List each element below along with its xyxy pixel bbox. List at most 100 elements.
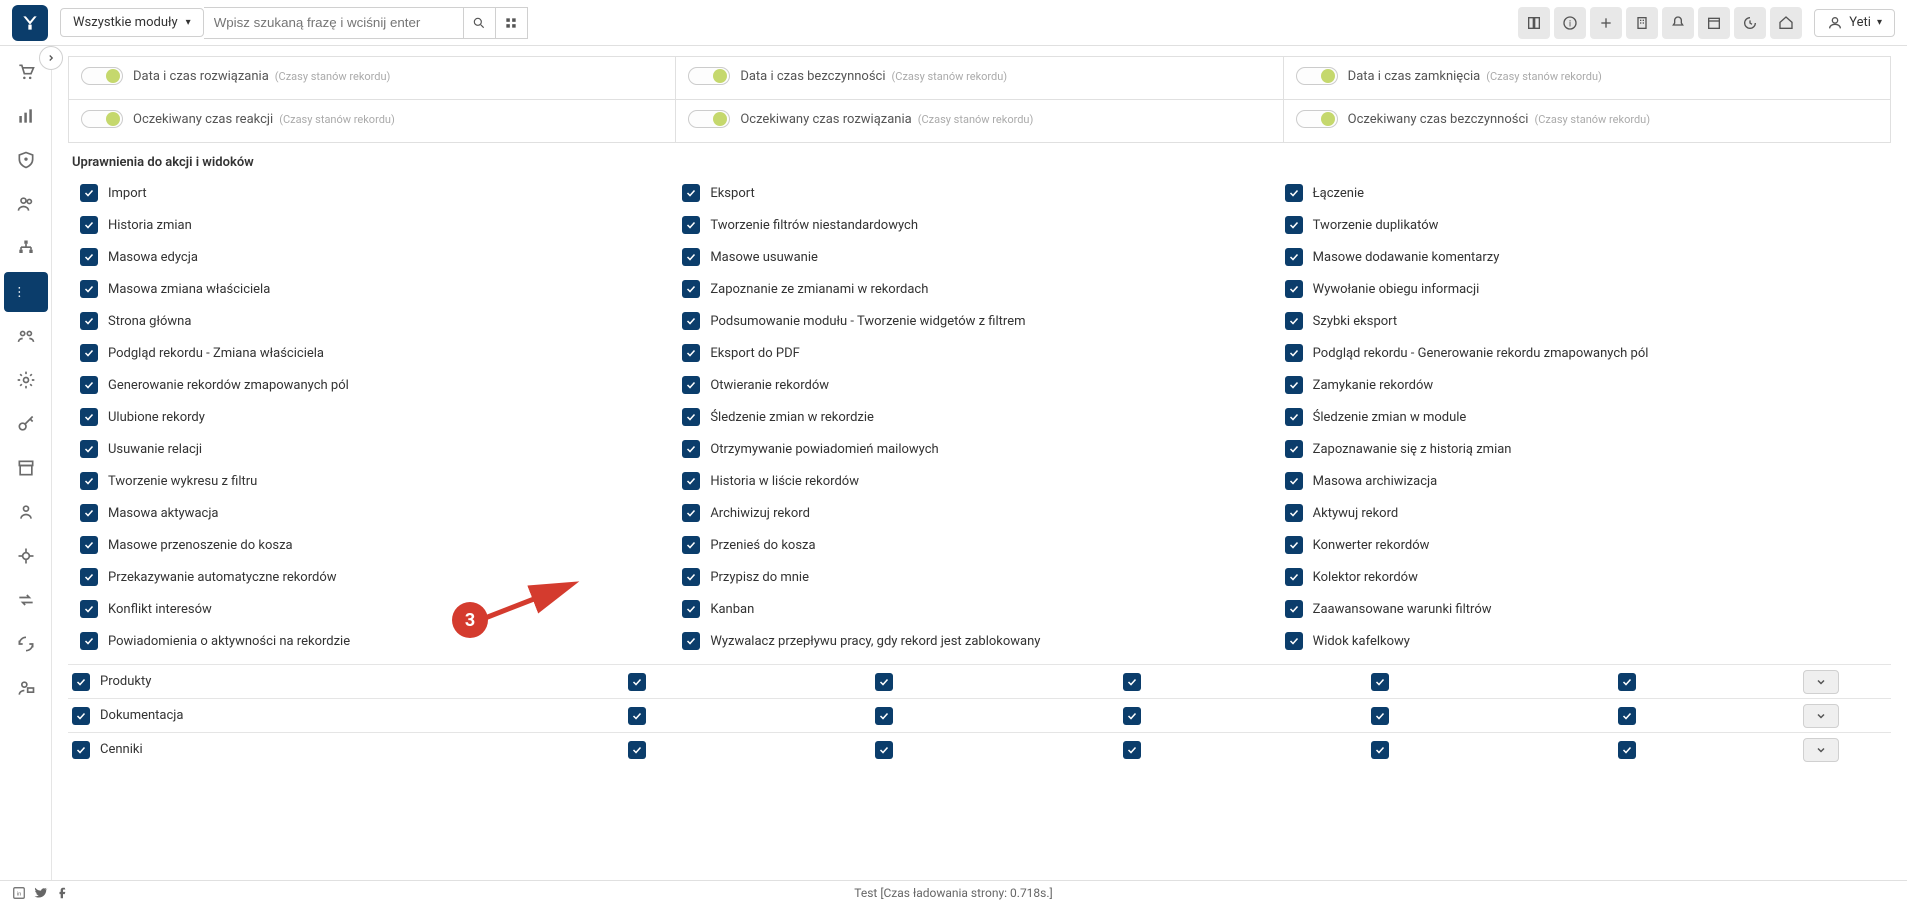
linkedin-icon[interactable]: in	[12, 886, 26, 900]
checkbox[interactable]	[80, 184, 98, 202]
toggle-switch[interactable]: Oczekiwany czas bezczynności(Czasy stanó…	[1296, 110, 1650, 128]
checkbox[interactable]	[80, 632, 98, 650]
checkbox[interactable]	[1123, 673, 1141, 691]
checkbox[interactable]	[72, 673, 90, 691]
checkbox[interactable]	[80, 472, 98, 490]
checkbox[interactable]	[1285, 216, 1303, 234]
sidebar-item-sync[interactable]	[4, 624, 48, 664]
expand-button[interactable]	[1803, 704, 1839, 728]
checkbox[interactable]	[80, 504, 98, 522]
checkbox[interactable]	[875, 741, 893, 759]
checkbox[interactable]	[682, 568, 700, 586]
app-logo[interactable]	[12, 5, 48, 41]
expand-button[interactable]	[1803, 670, 1839, 694]
checkbox[interactable]	[682, 600, 700, 618]
sidebar-item-users[interactable]	[4, 184, 48, 224]
book-icon[interactable]	[1518, 7, 1550, 39]
checkbox[interactable]	[682, 216, 700, 234]
toggle-switch[interactable]: Oczekiwany czas rozwiązania(Czasy stanów…	[688, 110, 1033, 128]
toggle-switch[interactable]: Data i czas rozwiązania(Czasy stanów rek…	[81, 67, 390, 85]
toggle-switch[interactable]: Oczekiwany czas reakcji(Czasy stanów rek…	[81, 110, 395, 128]
apps-button[interactable]	[496, 7, 528, 39]
checkbox[interactable]	[1285, 632, 1303, 650]
checkbox[interactable]	[1618, 741, 1636, 759]
plus-icon[interactable]	[1590, 7, 1622, 39]
checkbox[interactable]	[1285, 568, 1303, 586]
sidebar-item-gear[interactable]	[4, 360, 48, 400]
checkbox[interactable]	[682, 248, 700, 266]
bell-icon[interactable]	[1662, 7, 1694, 39]
checkbox[interactable]	[1618, 707, 1636, 725]
calendar-icon[interactable]	[1698, 7, 1730, 39]
checkbox[interactable]	[80, 408, 98, 426]
checkbox[interactable]	[1285, 440, 1303, 458]
toggle-switch[interactable]: Data i czas zamknięcia(Czasy stanów reko…	[1296, 67, 1602, 85]
checkbox[interactable]	[1285, 600, 1303, 618]
checkbox[interactable]	[682, 408, 700, 426]
checkbox[interactable]	[682, 184, 700, 202]
sidebar-item-transfer[interactable]	[4, 580, 48, 620]
checkbox[interactable]	[1285, 376, 1303, 394]
home-icon[interactable]	[1770, 7, 1802, 39]
checkbox[interactable]	[1123, 707, 1141, 725]
expand-button[interactable]	[1803, 738, 1839, 762]
checkbox[interactable]	[1285, 344, 1303, 362]
sidebar-item-person[interactable]	[4, 492, 48, 532]
sidebar-toggle[interactable]	[39, 46, 63, 70]
building-icon[interactable]	[1626, 7, 1658, 39]
checkbox[interactable]	[1285, 312, 1303, 330]
checkbox[interactable]	[1371, 673, 1389, 691]
search-input[interactable]	[204, 7, 464, 39]
sidebar-item-org[interactable]	[4, 228, 48, 268]
checkbox[interactable]	[80, 280, 98, 298]
checkbox[interactable]	[628, 741, 646, 759]
facebook-icon[interactable]	[56, 886, 70, 900]
checkbox[interactable]	[1285, 408, 1303, 426]
checkbox[interactable]	[682, 280, 700, 298]
checkbox[interactable]	[1618, 673, 1636, 691]
checkbox[interactable]	[682, 344, 700, 362]
module-selector[interactable]: Wszystkie moduły ▾	[60, 8, 204, 37]
checkbox[interactable]	[80, 248, 98, 266]
checkbox[interactable]	[80, 344, 98, 362]
checkbox[interactable]	[1123, 741, 1141, 759]
checkbox[interactable]	[72, 707, 90, 725]
checkbox[interactable]	[875, 673, 893, 691]
checkbox[interactable]	[875, 707, 893, 725]
checkbox[interactable]	[80, 600, 98, 618]
checkbox[interactable]	[1285, 184, 1303, 202]
sidebar-item-group[interactable]	[4, 316, 48, 356]
checkbox[interactable]	[1285, 248, 1303, 266]
user-menu[interactable]: Yeti ▾	[1814, 9, 1895, 37]
checkbox[interactable]	[1371, 741, 1389, 759]
history-icon[interactable]	[1734, 7, 1766, 39]
sidebar-item-archive[interactable]	[4, 448, 48, 488]
checkbox[interactable]	[1285, 472, 1303, 490]
sidebar-item-chart[interactable]	[4, 96, 48, 136]
twitter-icon[interactable]	[34, 886, 48, 900]
checkbox[interactable]	[80, 536, 98, 554]
checkbox[interactable]	[628, 673, 646, 691]
checkbox[interactable]	[1371, 707, 1389, 725]
checkbox[interactable]	[682, 504, 700, 522]
checkbox[interactable]	[682, 440, 700, 458]
sidebar-item-list[interactable]	[4, 272, 48, 312]
checkbox[interactable]	[682, 632, 700, 650]
checkbox[interactable]	[80, 440, 98, 458]
search-button[interactable]	[464, 7, 496, 39]
checkbox[interactable]	[682, 472, 700, 490]
checkbox[interactable]	[80, 376, 98, 394]
checkbox[interactable]	[80, 312, 98, 330]
sidebar-item-virus[interactable]	[4, 536, 48, 576]
toggle-switch[interactable]: Data i czas bezczynności(Czasy stanów re…	[688, 67, 1007, 85]
sidebar-item-shield[interactable]	[4, 140, 48, 180]
checkbox[interactable]	[682, 536, 700, 554]
checkbox[interactable]	[80, 568, 98, 586]
checkbox[interactable]	[1285, 504, 1303, 522]
checkbox[interactable]	[682, 376, 700, 394]
sidebar-item-key[interactable]	[4, 404, 48, 444]
checkbox[interactable]	[628, 707, 646, 725]
checkbox[interactable]	[1285, 536, 1303, 554]
info-icon[interactable]: i	[1554, 7, 1586, 39]
checkbox[interactable]	[682, 312, 700, 330]
